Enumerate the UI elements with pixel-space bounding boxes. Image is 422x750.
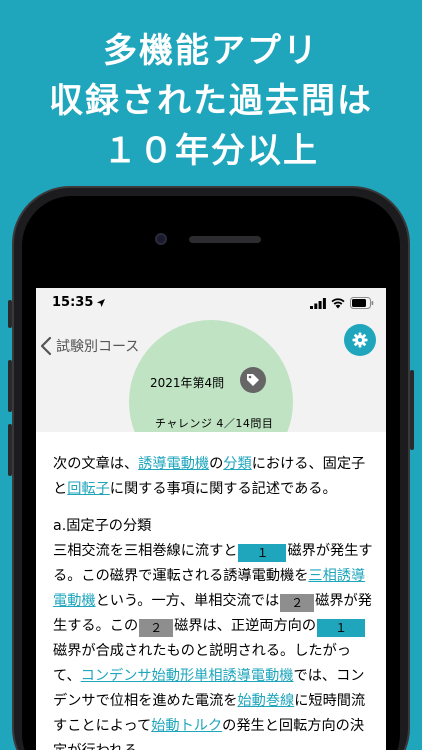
phone-volume-down (8, 424, 12, 476)
answer-blank-1b[interactable]: １ (317, 619, 366, 637)
question-body: 三相交流を三相巻線に流すと １ 磁界が発生する。この磁界で運転される誘導電動機を三相… (53, 539, 375, 750)
link-rotor[interactable]: 回転子 (67, 481, 110, 497)
phone-silent-switch (8, 300, 12, 328)
intro-text-4: に関する事項に関する記述である。 (109, 481, 337, 497)
chevron-left-icon (40, 336, 52, 356)
headline-line-2: 収録された過去問は (49, 81, 373, 121)
gear-icon (352, 332, 368, 348)
intro-text-1: 次の文章は、 (53, 456, 139, 472)
phone-earpiece (189, 236, 261, 243)
link-capacitor-start-motor[interactable]: コンデンサ始動形単相誘導電動機 (81, 668, 294, 684)
question-intro: 次の文章は、誘導電動機の分類における、固定子と回転子に関する事項に関する記述であ… (53, 452, 375, 502)
body-text-5: 磁界は、正逆両方向の (174, 618, 317, 634)
body-text-3: という。一方、単相交流では (95, 593, 280, 609)
tag-icon (247, 374, 259, 386)
headline-line-1: 多機能アプリ (103, 31, 319, 71)
phone-volume-up (8, 360, 12, 412)
navigation-header: 試験別コース 2021年第4問 チャレンジ 4／14問目 (36, 318, 386, 432)
phone-power-button (410, 370, 414, 450)
status-bar: 15:35 (36, 288, 386, 318)
link-induction-motor[interactable]: 誘導電動機 (138, 456, 209, 472)
battery-icon (350, 297, 374, 309)
section-title: a.固定子の分類 (53, 518, 152, 534)
answer-blank-1[interactable]: １ (238, 544, 287, 562)
front-camera-icon (155, 233, 167, 245)
settings-button[interactable] (344, 324, 376, 356)
exam-year-label: 2021年第4問 (150, 376, 225, 390)
link-starting-winding[interactable]: 始動巻線 (237, 693, 294, 709)
promo-headline: 多機能アプリ 収録された過去問は １０年分以上 (0, 26, 422, 176)
back-button[interactable]: 試験別コース (40, 332, 139, 360)
back-button-label: 試験別コース (56, 339, 140, 355)
question-progress-label: チャレンジ 4／14問目 (155, 417, 274, 430)
body-text-1: 三相交流を三相巻線に流すと (53, 543, 238, 559)
headline-line-3: １０年分以上 (103, 131, 319, 171)
answer-blank-2[interactable]: ２ (280, 594, 315, 612)
question-text: 次の文章は、誘導電動機の分類における、固定子と回転子に関する事項に関する記述であ… (53, 452, 375, 750)
answer-blank-2b[interactable]: ２ (139, 619, 174, 637)
wifi-icon (331, 298, 345, 309)
link-classification[interactable]: 分類 (223, 456, 251, 472)
app-screen: 15:35 試験別コース 2021年第4問 チャレンジ 4／14問目 次の文章は… (36, 288, 386, 750)
intro-text-2: の (209, 456, 224, 472)
status-time: 15:35 (52, 295, 94, 310)
cellular-signal-icon (310, 298, 326, 309)
location-arrow-icon (97, 299, 105, 307)
link-starting-torque[interactable]: 始動トルク (151, 718, 222, 734)
tag-button[interactable] (240, 367, 266, 393)
